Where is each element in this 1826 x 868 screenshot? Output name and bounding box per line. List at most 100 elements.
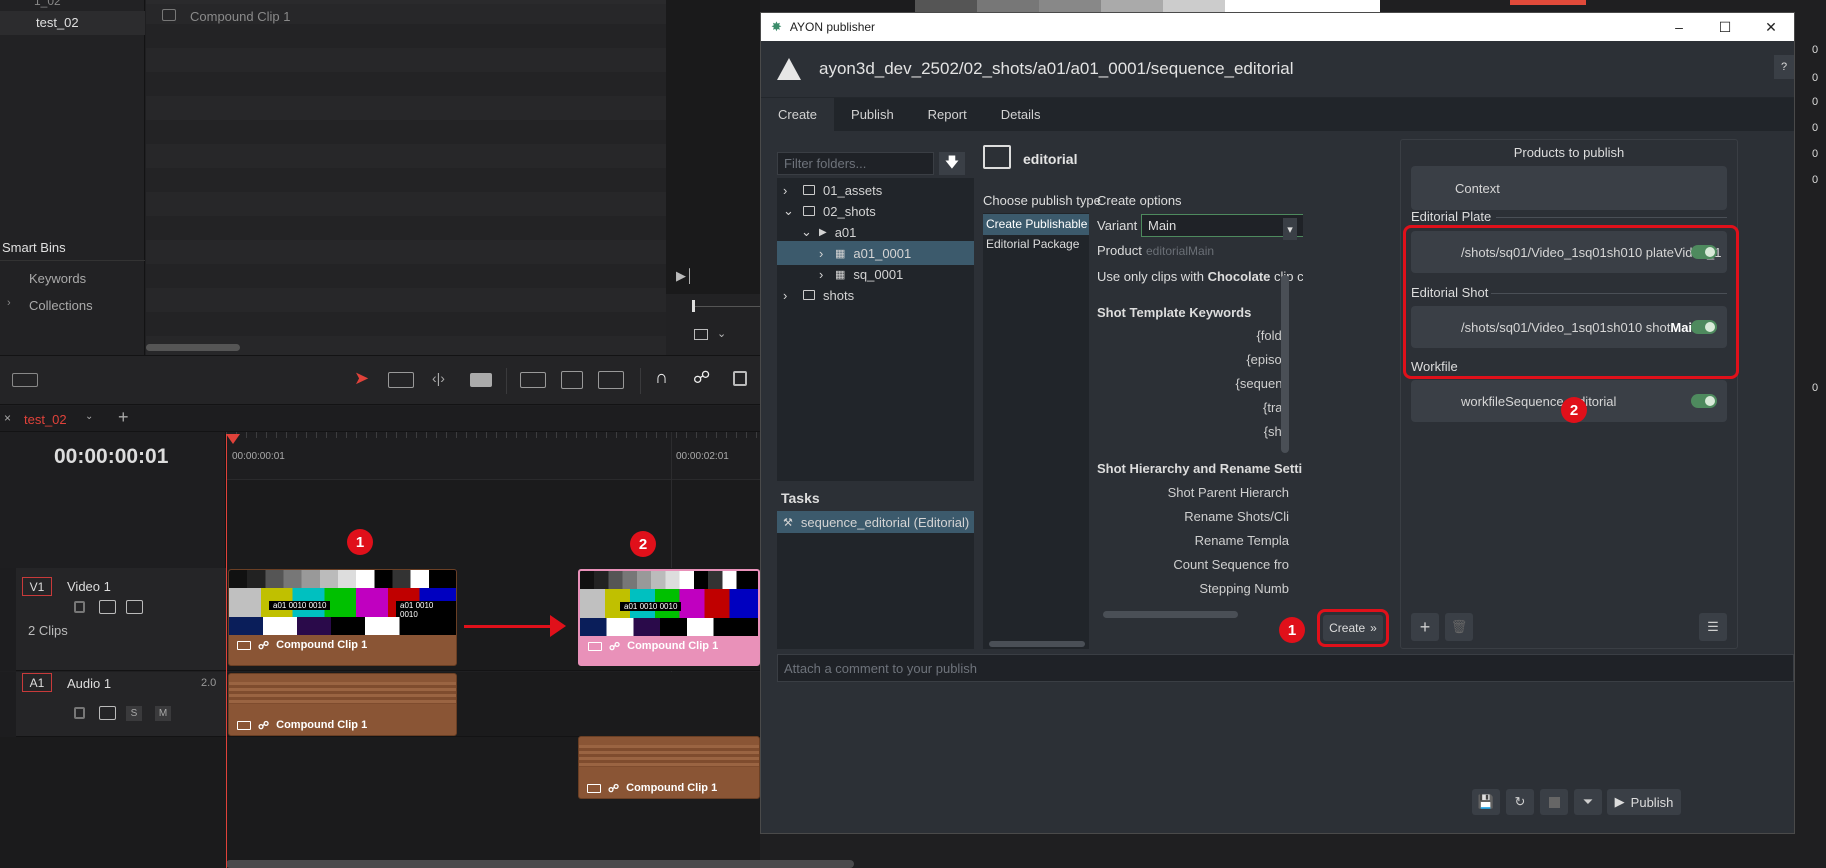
- blade-tool-icon[interactable]: ‹|›: [432, 370, 445, 386]
- scrubber-handle[interactable]: [692, 300, 695, 312]
- solo-button[interactable]: S: [126, 706, 142, 721]
- track-badge-a1[interactable]: A1: [22, 673, 52, 692]
- hierarchy-field[interactable]: Shot Parent Hierarch: [1168, 485, 1289, 500]
- options-scrollbar[interactable]: [1281, 275, 1289, 453]
- smart-bins-title: Smart Bins: [2, 240, 66, 255]
- add-timeline-icon[interactable]: +: [118, 407, 129, 428]
- publish-type-item[interactable]: Editorial Package: [986, 237, 1079, 251]
- bin-item-test02[interactable]: test_02: [36, 15, 79, 30]
- menu-icon[interactable]: ☰: [1699, 613, 1727, 641]
- viewer-panel: ▶│ ⌄: [666, 0, 762, 355]
- auto-track-icon[interactable]: [99, 706, 116, 720]
- tab-details[interactable]: Details: [984, 98, 1058, 131]
- task-item[interactable]: ⚒ sequence_editorial (Editorial): [777, 511, 974, 533]
- mute-button[interactable]: M: [155, 706, 171, 721]
- publish-button[interactable]: ▶ Publish: [1607, 789, 1681, 815]
- hierarchy-field[interactable]: Rename Templa: [1195, 533, 1289, 548]
- help-button[interactable]: ?: [1774, 55, 1794, 79]
- highlight-products: [1403, 225, 1739, 379]
- tree-item-shots[interactable]: › shots: [777, 283, 974, 307]
- delete-product-icon[interactable]: 🗑: [1445, 613, 1473, 641]
- maximize-button[interactable]: ☐: [1702, 19, 1748, 36]
- auto-track-icon[interactable]: [99, 600, 116, 614]
- video-track-header: V1 Video 1 2 Clips: [0, 568, 226, 671]
- chevron-down-icon[interactable]: ⌄: [717, 327, 726, 340]
- track-enable-icon[interactable]: [126, 600, 143, 614]
- playhead-handle[interactable]: [226, 434, 240, 444]
- shot-template-title: Shot Template Keywords: [1097, 305, 1252, 320]
- scrollbar[interactable]: [989, 641, 1085, 647]
- hierarchy-field[interactable]: Count Sequence fro: [1173, 557, 1289, 572]
- variant-input[interactable]: Main: [1141, 214, 1303, 237]
- variant-dropdown-icon[interactable]: ▾: [1283, 218, 1297, 240]
- timeline-clip-1[interactable]: a01 0010 0010 a01 0010 0010 ☍ Compound Cli…: [228, 569, 457, 666]
- skip-end-icon[interactable]: ▶│: [676, 268, 694, 284]
- bin-item-truncated[interactable]: 1_02: [34, 0, 61, 8]
- timeline-ruler[interactable]: 00:00:00:01 00:00:02:01: [226, 432, 760, 480]
- product-field: editorialMain: [1146, 244, 1215, 258]
- shot-icon: ▦: [835, 268, 846, 281]
- link-icon: ☍: [258, 639, 270, 652]
- close-icon[interactable]: ×: [4, 411, 11, 425]
- chevron-right-icon: ›: [819, 245, 824, 261]
- replace-clip-icon[interactable]: [598, 371, 624, 389]
- comment-input[interactable]: Attach a comment to your publish: [777, 654, 1794, 682]
- hierarchy-title: Shot Hierarchy and Rename Settin: [1097, 461, 1303, 476]
- track-badge-v1[interactable]: V1: [22, 577, 52, 596]
- hierarchy-field[interactable]: Stepping Numb: [1199, 581, 1289, 596]
- scrollbar[interactable]: [1103, 611, 1238, 618]
- link-icon: ☍: [258, 719, 270, 732]
- minimize-button[interactable]: –: [1656, 19, 1702, 35]
- overwrite-clip-icon[interactable]: [561, 371, 583, 389]
- add-product-button[interactable]: +: [1411, 613, 1439, 641]
- media-pool-clip[interactable]: Compound Clip 1: [190, 9, 290, 24]
- tab-create[interactable]: Create: [761, 98, 835, 131]
- step-badge-2: 2: [1561, 397, 1587, 423]
- products-panel: Products to publish Context Editorial Pl…: [1400, 139, 1738, 649]
- link-icon[interactable]: ☍: [693, 368, 710, 388]
- validate-filter-icon[interactable]: ⏷: [1574, 789, 1602, 815]
- film-icon: [983, 145, 1011, 169]
- bin-list-panel: 1_02 test_02 Smart Bins Keywords › Colle…: [0, 0, 145, 355]
- refresh-icon[interactable]: ↻: [1506, 789, 1534, 815]
- clip-label: Compound Clip 1: [276, 719, 368, 731]
- folder-filter-input[interactable]: Filter folders...: [777, 152, 934, 175]
- hierarchy-field[interactable]: Rename Shots/Cli: [1184, 509, 1289, 524]
- smart-bin-keywords[interactable]: Keywords: [29, 271, 86, 286]
- track-lock-icon[interactable]: [74, 601, 85, 613]
- trim-tool-icon[interactable]: [388, 372, 414, 388]
- timeline-view-options-icon[interactable]: [12, 373, 38, 387]
- transform-icon[interactable]: [694, 329, 708, 340]
- lock-icon[interactable]: [733, 371, 747, 386]
- chevron-right-icon[interactable]: ›: [7, 297, 11, 309]
- arrow-down-icon[interactable]: 🡇: [939, 152, 965, 175]
- snapping-icon[interactable]: ∩: [655, 367, 668, 388]
- media-pool-scrollbar[interactable]: [146, 344, 240, 351]
- tasks-title: Tasks: [777, 481, 974, 511]
- track-name-video1[interactable]: Video 1: [67, 579, 111, 594]
- track-name-audio1[interactable]: Audio 1: [67, 676, 111, 691]
- save-icon[interactable]: 💾: [1472, 789, 1500, 815]
- tab-report[interactable]: Report: [911, 98, 984, 131]
- track-lock-icon[interactable]: [74, 707, 85, 719]
- insert-clip-icon[interactable]: [520, 372, 546, 388]
- timeline-scrollbar[interactable]: [226, 860, 854, 868]
- product-label: Product: [1097, 243, 1142, 258]
- chevron-down-icon[interactable]: ⌄: [85, 411, 93, 422]
- stop-icon[interactable]: [1540, 789, 1568, 815]
- dynamic-trim-icon[interactable]: [470, 373, 492, 387]
- audio-clip-2[interactable]: ☍ Compound Clip 1: [578, 736, 760, 799]
- smart-bin-collections[interactable]: Collections: [29, 298, 93, 313]
- audio-channels: 2.0: [201, 677, 217, 689]
- timeline-clip-2[interactable]: a01 0010 0010 ☍ Compound Clip 1: [578, 569, 760, 666]
- context-path: ayon3d_dev_2502/02_shots/a01/a01_0001/se…: [819, 59, 1294, 78]
- audio-clip-1[interactable]: ☍ Compound Clip 1: [228, 673, 457, 736]
- enable-toggle[interactable]: [1691, 394, 1717, 408]
- select-tool-icon[interactable]: ➤: [354, 368, 369, 389]
- close-button[interactable]: ✕: [1748, 19, 1794, 36]
- publish-type-item[interactable]: Create Publishable C: [983, 214, 1089, 235]
- timeline-tab[interactable]: test_02: [24, 412, 67, 427]
- tab-publish[interactable]: Publish: [834, 98, 911, 131]
- context-item[interactable]: Context: [1411, 166, 1727, 210]
- folder-icon: [803, 206, 815, 216]
